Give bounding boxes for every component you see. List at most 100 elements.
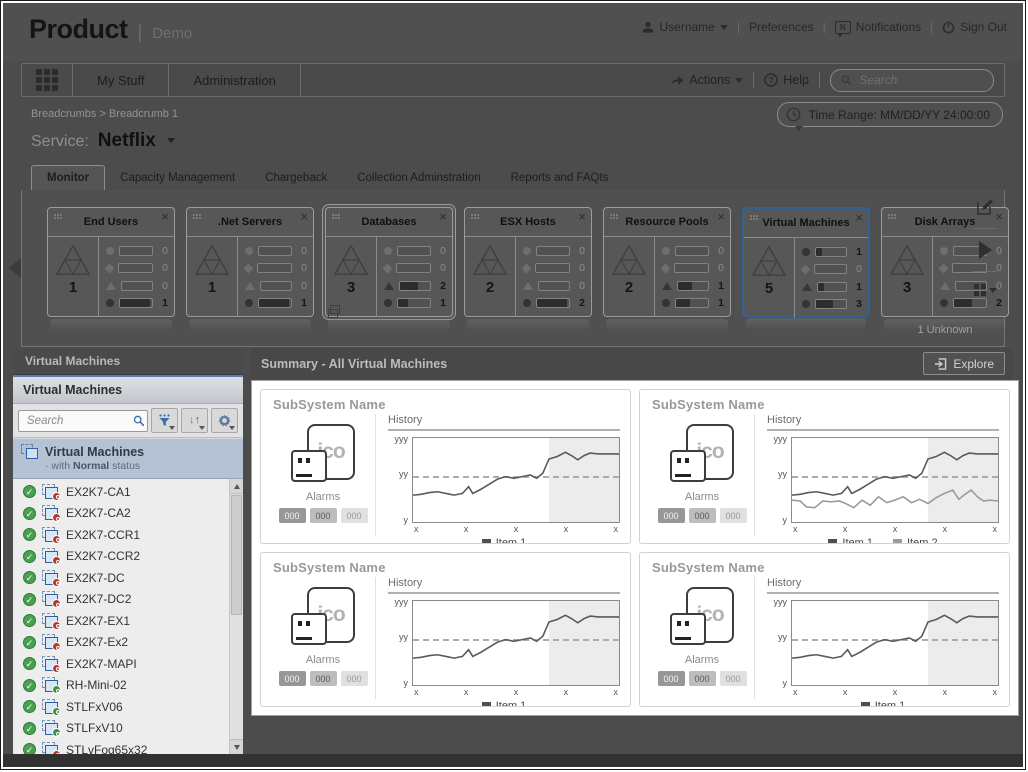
severity-row: 1 <box>802 246 862 258</box>
actions-menu[interactable]: Actions <box>670 73 744 87</box>
subsystem-card-2[interactable]: SubSystem Name ico Alarms 000 000 000 History y… <box>639 389 1010 544</box>
vm-list-item[interactable]: ✓ RH-Mini-02 <box>13 675 229 697</box>
sort-button[interactable]: ↓↑ <box>181 408 209 433</box>
vm-list-item[interactable]: ✓ EX2K7-DC <box>13 567 229 589</box>
severity-count: 0 <box>440 244 446 257</box>
apps-grid-button[interactable] <box>22 64 73 96</box>
vm-list-scrollbar[interactable] <box>229 479 243 754</box>
global-search-input[interactable] <box>857 72 983 88</box>
service-selector[interactable]: Netflix <box>98 130 156 152</box>
tile-end-users[interactable]: End Users × 1 0 0 0 1 <box>47 207 175 331</box>
severity-row: 0 <box>660 262 724 274</box>
grip-icon[interactable] <box>193 214 195 216</box>
grid-layout-icon <box>973 284 986 296</box>
history-chart <box>791 600 999 686</box>
power-on-icon <box>52 728 61 738</box>
circle-severity-icon <box>245 299 253 308</box>
severity-row: 1 <box>662 280 724 292</box>
grip-icon[interactable] <box>888 214 890 216</box>
tile--net-servers[interactable]: .Net Servers × 1 0 0 0 1 <box>186 207 314 331</box>
global-search[interactable] <box>830 68 994 92</box>
tab-monitor[interactable]: Monitor <box>31 165 106 190</box>
diamond-severity-icon <box>243 263 254 274</box>
preferences-link[interactable]: Preferences <box>749 20 814 34</box>
subsystem-card-4[interactable]: SubSystem Name ico Alarms 000 000 000 History y… <box>639 552 1010 707</box>
alarm-badges: 000 000 000 <box>278 508 368 523</box>
vm-list-item[interactable]: ✓ EX2K7-CCR1 <box>13 524 229 546</box>
close-icon[interactable]: × <box>300 209 308 224</box>
sidebar-collapsed-header[interactable]: Virtual Machines <box>13 348 243 375</box>
severity-count: 1 <box>301 297 307 310</box>
tile-databases[interactable]: Databases × 3 0 0 2 1 <box>325 207 453 331</box>
nav-item-my-stuff[interactable]: My Stuff <box>73 64 170 96</box>
scrollbar-thumb[interactable] <box>231 495 242 615</box>
explore-button[interactable]: Explore <box>923 352 1005 375</box>
close-icon[interactable]: × <box>439 209 447 224</box>
sidebar-search[interactable] <box>18 409 149 432</box>
sort-icon: ↓↑ <box>189 414 201 426</box>
tile-esx-hosts[interactable]: ESX Hosts × 2 0 0 0 2 <box>464 207 592 331</box>
carousel-prev-button[interactable] <box>9 258 21 278</box>
tree-root-virtual-machines[interactable]: Virtual Machines · with Normal status <box>13 438 243 479</box>
settings-button[interactable] <box>211 408 238 433</box>
subsystem-card-1[interactable]: SubSystem Name ico Alarms 000 000 000 History y… <box>260 389 631 544</box>
edit-icon[interactable] <box>976 198 994 216</box>
help-menu[interactable]: ? Help <box>764 73 809 87</box>
tile-resource-pools[interactable]: Resource Pools × 2 0 0 1 1 <box>603 207 731 331</box>
grip-icon[interactable] <box>471 214 473 216</box>
history-range-bar[interactable] <box>388 429 620 431</box>
scroll-down-button[interactable] <box>230 739 243 754</box>
grip-icon[interactable] <box>54 214 56 216</box>
carousel-play-button[interactable] <box>978 241 992 259</box>
tab-collection-adminstration[interactable]: Collection Adminstration <box>342 166 495 190</box>
history-range-bar[interactable] <box>767 592 999 594</box>
vm-list-item[interactable]: ✓ EX2K7-CA1 <box>13 481 229 503</box>
close-icon[interactable]: × <box>855 210 863 225</box>
tab-chargeback[interactable]: Chargeback <box>250 166 342 190</box>
tab-reports-and-faqts[interactable]: Reports and FAQts <box>496 166 624 190</box>
vm-name: EX2K7-MAPI <box>66 656 137 671</box>
history-range-bar[interactable] <box>388 592 620 594</box>
power-on-icon <box>52 706 61 716</box>
diamond-severity-icon <box>660 263 671 274</box>
filter-button[interactable] <box>151 408 179 433</box>
nav-item-administration[interactable]: Administration <box>169 64 301 96</box>
close-icon[interactable]: × <box>717 209 725 224</box>
tab-capacity-management[interactable]: Capacity Management <box>105 166 250 190</box>
subsystem-card-3[interactable]: SubSystem Name ico Alarms 000 000 000 History y… <box>260 552 631 707</box>
layout-grid-button[interactable] <box>973 284 997 296</box>
vm-list-item[interactable]: ✓ STLFxV10 <box>13 718 229 740</box>
grip-icon[interactable] <box>750 215 752 217</box>
vm-list-item[interactable]: ✓ EX2K7-CA2 <box>13 503 229 525</box>
grip-icon[interactable] <box>610 214 612 216</box>
breadcrumb[interactable]: Breadcrumbs > Breadcrumb 1 <box>31 108 178 120</box>
window-frame: Product | Demo Username | Preferences | … <box>0 0 1026 770</box>
vm-list-item[interactable]: ✓ EX2K7-EX1 <box>13 610 229 632</box>
severity-bar <box>118 263 153 274</box>
user-menu[interactable]: Username <box>642 20 728 34</box>
vm-list-item[interactable]: ✓ EX2K7-MAPI <box>13 653 229 675</box>
vm-list-item[interactable]: ✓ EX2K7-Ex2 <box>13 632 229 654</box>
power-off-icon <box>52 491 61 501</box>
vm-list-item[interactable]: ✓ STLFxV06 <box>13 696 229 718</box>
severity-count: 0 <box>579 262 585 275</box>
vm-list-item[interactable]: ✓ STLvFog65x32 <box>13 739 229 754</box>
sign-out-link[interactable]: Sign Out <box>942 20 1007 34</box>
legend-item: Item 1 <box>828 537 873 543</box>
product-title: Product <box>29 14 128 44</box>
search-icon[interactable] <box>133 414 145 427</box>
vm-list-item[interactable]: ✓ EX2K7-CCR2 <box>13 546 229 568</box>
close-icon[interactable]: × <box>578 209 586 224</box>
service-caret-icon[interactable] <box>166 138 175 143</box>
notifications-link[interactable]: N Notifications <box>834 20 921 37</box>
vm-list-item[interactable]: ✓ EX2K7-DC2 <box>13 589 229 611</box>
severity-row: 0 <box>523 280 585 292</box>
legend-swatch <box>893 538 902 543</box>
close-icon[interactable]: × <box>161 209 169 224</box>
history-range-bar[interactable] <box>767 429 999 431</box>
sidebar-search-input[interactable] <box>25 413 133 428</box>
scroll-up-button[interactable] <box>230 479 243 494</box>
time-range-control[interactable]: Time Range: MM/DD/YY 24:00:00 <box>776 102 1003 131</box>
grip-icon[interactable] <box>332 214 334 216</box>
tile-virtual-machines[interactable]: Virtual Machines × 5 1 0 1 3 <box>742 207 870 330</box>
